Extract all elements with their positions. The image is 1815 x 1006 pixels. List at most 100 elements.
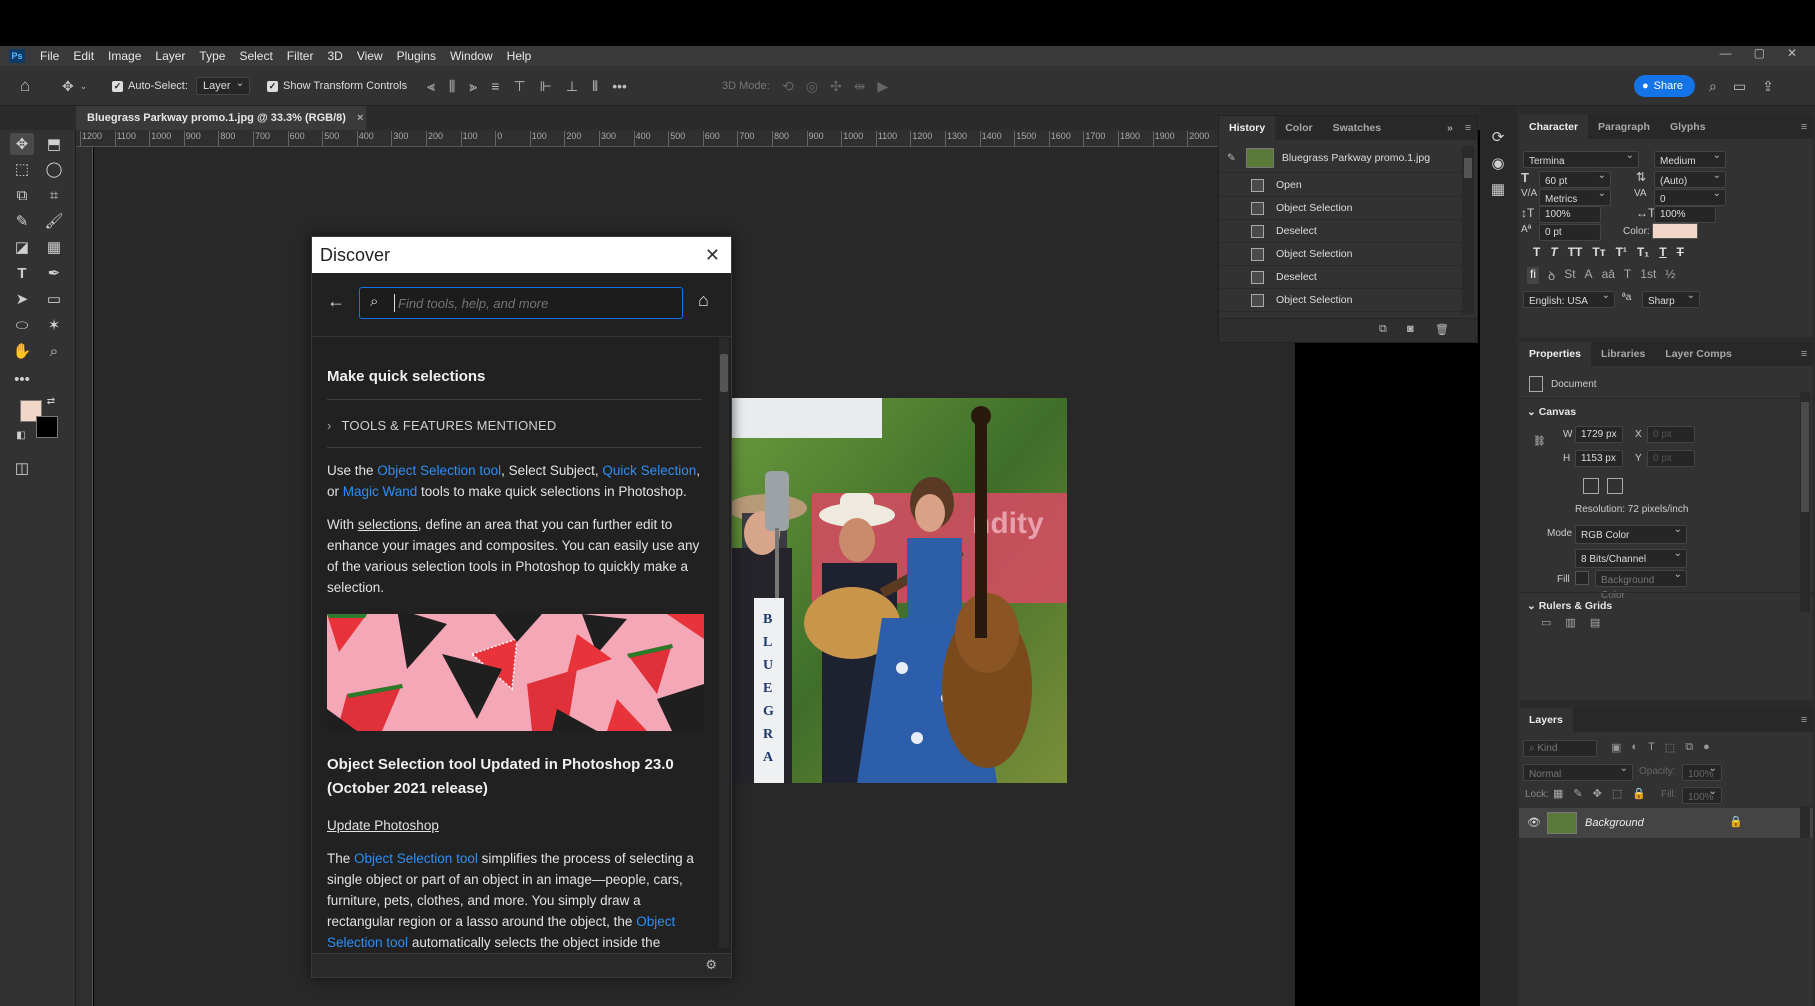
layer-filter-kind[interactable]: ⌕ Kind <box>1523 740 1597 757</box>
tab-layer-comps[interactable]: Layer Comps <box>1655 342 1742 366</box>
swap-colors-icon[interactable]: ⇄ <box>44 394 58 408</box>
history-scrollbar[interactable] <box>1462 146 1474 314</box>
ordinal-icon[interactable]: 1st <box>1640 267 1656 284</box>
auto-select-checkbox[interactable]: ✓ Auto-Select: <box>112 66 188 106</box>
menu-select[interactable]: Select <box>232 46 279 66</box>
default-colors-icon[interactable]: ◧ <box>14 428 28 442</box>
fill-swatch[interactable] <box>1575 571 1589 585</box>
panel-menu-icon[interactable]: ≡ <box>1459 116 1477 140</box>
edit-toolbar-icon[interactable]: ••• <box>10 368 34 390</box>
strikethrough-icon[interactable]: T <box>1677 245 1684 259</box>
canvas-y-field[interactable]: 0 px <box>1647 450 1695 467</box>
lock-all-icon[interactable]: 🔒 <box>1632 787 1646 800</box>
discover-scrollbar[interactable] <box>719 338 729 948</box>
history-item[interactable]: Deselect <box>1219 220 1463 243</box>
export-icon[interactable]: ⇪ <box>1762 78 1774 95</box>
align-middle-icon[interactable]: ⊩ <box>540 78 552 95</box>
language-select[interactable]: English: USA <box>1523 288 1615 308</box>
trash-icon[interactable]: 🗑 <box>1435 323 1449 336</box>
object-selection-tool-icon[interactable]: ⧉ <box>10 184 34 206</box>
type-tool-icon[interactable]: T <box>10 262 34 284</box>
3d-orbit-icon[interactable]: ⟲ <box>782 78 794 95</box>
portrait-orientation-icon[interactable] <box>1583 478 1599 494</box>
move-tool-icon[interactable]: ✥ <box>10 133 34 155</box>
fractions-icon[interactable]: ½ <box>1665 267 1675 284</box>
history-item[interactable]: Open <box>1219 174 1463 197</box>
distribute-icon[interactable]: ≡ <box>491 78 499 94</box>
align-left-icon[interactable]: ⫷ <box>427 78 435 95</box>
color-mode-select[interactable]: RGB Color <box>1575 522 1687 544</box>
workspace-icon[interactable]: ▭ <box>1733 78 1746 95</box>
minimize-icon[interactable]: — <box>1720 46 1732 60</box>
visibility-eye-icon[interactable]: 👁 <box>1527 816 1541 829</box>
maximize-icon[interactable]: ▢ <box>1754 46 1765 60</box>
properties-scrollbar[interactable] <box>1800 392 1810 612</box>
quick-selection-link[interactable]: Quick Selection <box>602 463 696 478</box>
layer-row-background[interactable]: 👁 Background 🔒 <box>1519 808 1813 838</box>
custom-shape-tool-icon[interactable]: ✶ <box>42 314 66 336</box>
brush-tool-icon[interactable]: 🖌 <box>42 210 66 232</box>
discover-search-box[interactable]: ⌕ <box>359 287 683 319</box>
tab-layers[interactable]: Layers <box>1519 708 1573 732</box>
menu-edit[interactable]: Edit <box>66 46 101 66</box>
guides-icon[interactable]: ▤ <box>1590 616 1600 629</box>
3d-slide-icon[interactable]: ⇹ <box>854 78 866 95</box>
faux-bold-icon[interactable]: T <box>1533 245 1540 259</box>
align-center-icon[interactable]: ⫼ <box>449 78 455 95</box>
menu-window[interactable]: Window <box>443 46 500 66</box>
grid-icon[interactable]: ▥ <box>1565 616 1575 629</box>
subscript-icon[interactable]: T₁ <box>1637 245 1649 259</box>
stylistic-icon[interactable]: A <box>1585 267 1593 284</box>
menu-plugins[interactable]: Plugins <box>390 46 443 66</box>
3d-roll-icon[interactable]: ◎ <box>806 78 818 95</box>
history-item[interactable]: Object Selection <box>1219 197 1463 220</box>
eraser-tool-icon[interactable]: ◪ <box>10 236 34 258</box>
type-filter-icon[interactable]: T <box>1648 741 1655 754</box>
rectangle-tool-icon[interactable]: ▭ <box>42 288 66 310</box>
tab-properties[interactable]: Properties <box>1519 342 1591 366</box>
zoom-tool-icon[interactable]: ⌕ <box>42 340 66 362</box>
new-document-from-state-icon[interactable]: ⧉ <box>1379 323 1387 336</box>
small-caps-icon[interactable]: Tт <box>1592 245 1605 259</box>
home-icon[interactable]: ⌂ <box>698 290 709 311</box>
tools-features-toggle[interactable]: › TOOLS & FEATURES MENTIONED <box>327 418 702 433</box>
tab-history[interactable]: History <box>1219 116 1276 140</box>
hand-tool-icon[interactable]: ✋ <box>10 340 34 362</box>
artboard-tool-icon[interactable]: ⬒ <box>42 133 66 155</box>
align-bottom-icon[interactable]: ⊥ <box>566 78 578 95</box>
color-panel-icon[interactable]: ◉ <box>1486 152 1510 174</box>
kerning-field[interactable]: Metrics <box>1539 186 1611 206</box>
camera-icon[interactable]: ◙ <box>1407 323 1414 335</box>
lock-transparency-icon[interactable]: ▦ <box>1553 787 1563 800</box>
menu-filter[interactable]: Filter <box>280 46 321 66</box>
adjustment-filter-icon[interactable]: ◐ <box>1631 741 1638 754</box>
lock-artboard-icon[interactable]: ⬚ <box>1612 787 1622 800</box>
update-photoshop-link[interactable]: Update Photoshop <box>327 815 702 836</box>
opacity-field[interactable]: 100% <box>1682 761 1722 781</box>
blend-mode-select[interactable]: Normal <box>1523 761 1633 781</box>
home-icon[interactable]: ⌂ <box>20 66 30 106</box>
text-color-swatch[interactable] <box>1652 223 1698 239</box>
lock-position-icon[interactable]: ✥ <box>1593 787 1602 800</box>
menu-help[interactable]: Help <box>500 46 539 66</box>
lock-pixels-icon[interactable]: ✎ <box>1573 787 1582 800</box>
lasso-tool-icon[interactable]: ◯ <box>42 158 66 180</box>
ellipse-tool-icon[interactable]: ⬭ <box>10 314 34 336</box>
tab-glyphs[interactable]: Glyphs <box>1660 115 1716 139</box>
rulers-grids-section-title[interactable]: ⌄ Rulers & Grids <box>1527 600 1612 612</box>
titling-icon[interactable]: aā <box>1602 267 1615 284</box>
path-selection-tool-icon[interactable]: ➤ <box>10 288 34 310</box>
old-style-icon[interactable]: ꝺ <box>1548 267 1555 284</box>
ordinals-icon[interactable]: T <box>1624 267 1631 284</box>
scrollbar-thumb[interactable] <box>720 354 728 392</box>
faux-italic-icon[interactable]: T <box>1550 245 1557 259</box>
canvas-height-field[interactable]: 1153 px <box>1575 450 1623 467</box>
collapse-icon[interactable]: » <box>1441 116 1459 140</box>
show-transform-checkbox[interactable]: ✓ Show Transform Controls <box>267 66 407 106</box>
swatches-panel-icon[interactable]: ▦ <box>1486 178 1510 200</box>
marquee-tool-icon[interactable]: ⬚ <box>10 158 34 180</box>
3d-scale-icon[interactable]: ▶ <box>877 78 888 95</box>
menu-layer[interactable]: Layer <box>148 46 192 66</box>
vertical-scale-field[interactable]: 100% <box>1539 206 1601 223</box>
tab-swatches[interactable]: Swatches <box>1323 116 1391 140</box>
